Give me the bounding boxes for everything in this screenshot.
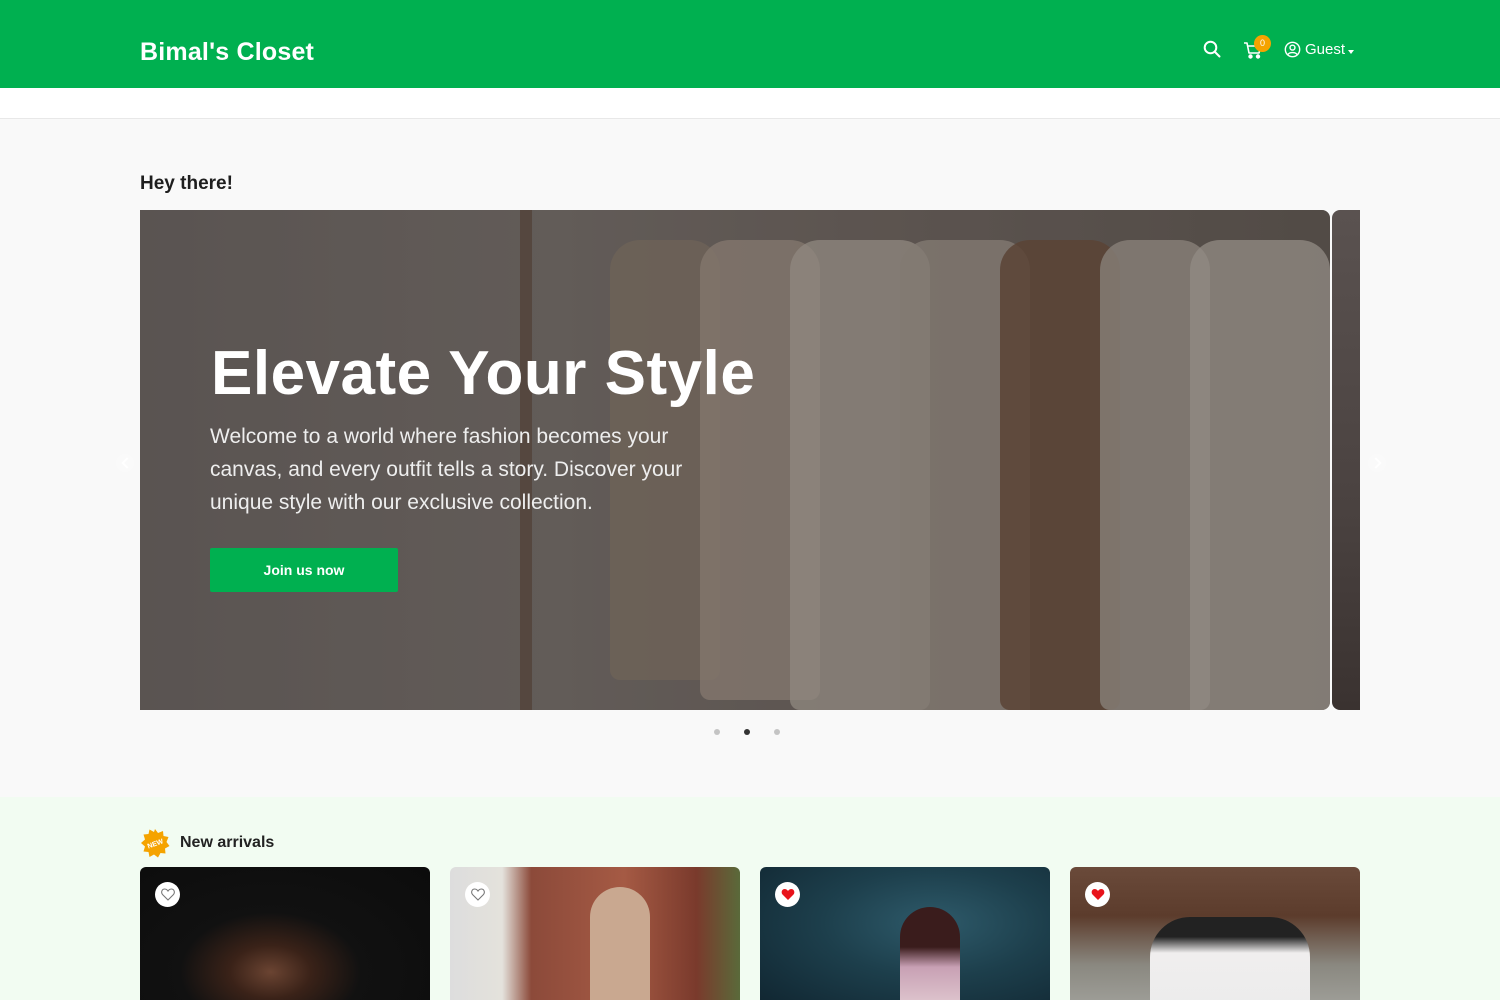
user-circle-icon: [1284, 41, 1301, 58]
user-label: Guest: [1305, 41, 1346, 58]
product-figure: [900, 907, 960, 1000]
new-badge-icon: NEW: [141, 829, 170, 858]
favorite-button[interactable]: [775, 882, 800, 907]
favorite-button[interactable]: [155, 882, 180, 907]
heart-filled-icon: [781, 889, 794, 900]
greeting-heading: Hey there!: [140, 173, 233, 194]
product-card[interactable]: [140, 867, 430, 1000]
carousel-dot-1[interactable]: [714, 729, 720, 735]
hero-carousel: Elevate Your Style Welcome to a world wh…: [140, 210, 1360, 710]
heart-filled-icon: [1091, 889, 1104, 900]
product-figure: [590, 887, 650, 1000]
hero-title: Elevate Your Style: [211, 339, 756, 408]
carousel-dot-3[interactable]: [774, 729, 780, 735]
join-us-button[interactable]: Join us now: [210, 548, 398, 592]
hero-slide: Elevate Your Style Welcome to a world wh…: [140, 210, 1330, 710]
cart-count-badge: 0: [1254, 35, 1271, 52]
chevron-down-icon: [1348, 49, 1355, 54]
carousel-dot-2[interactable]: [744, 729, 750, 735]
new-arrivals-title: New arrivals: [180, 834, 275, 851]
brand-logo[interactable]: Bimal's Closet: [140, 38, 314, 67]
heart-outline-icon: [160, 888, 175, 901]
favorite-button[interactable]: [1085, 882, 1110, 907]
next-slide-peek: [1332, 210, 1360, 710]
carousel-prev-button[interactable]: [116, 454, 134, 472]
user-menu[interactable]: Guest: [1284, 41, 1355, 58]
carousel-indicators: [714, 729, 780, 735]
favorite-button[interactable]: [465, 882, 490, 907]
sub-navbar: [0, 88, 1500, 119]
hero-description: Welcome to a world where fashion becomes…: [210, 425, 683, 514]
product-card[interactable]: [1070, 867, 1360, 1000]
heart-outline-icon: [470, 888, 485, 901]
product-card[interactable]: [760, 867, 1050, 1000]
carousel-next-button[interactable]: [1368, 454, 1386, 472]
product-card[interactable]: [450, 867, 740, 1000]
search-icon[interactable]: [1203, 40, 1221, 58]
product-figure: [1150, 917, 1310, 1000]
navbar: Bimal's Closet: [0, 0, 1500, 88]
new-arrivals-header: NEW New arrivals: [140, 828, 274, 858]
